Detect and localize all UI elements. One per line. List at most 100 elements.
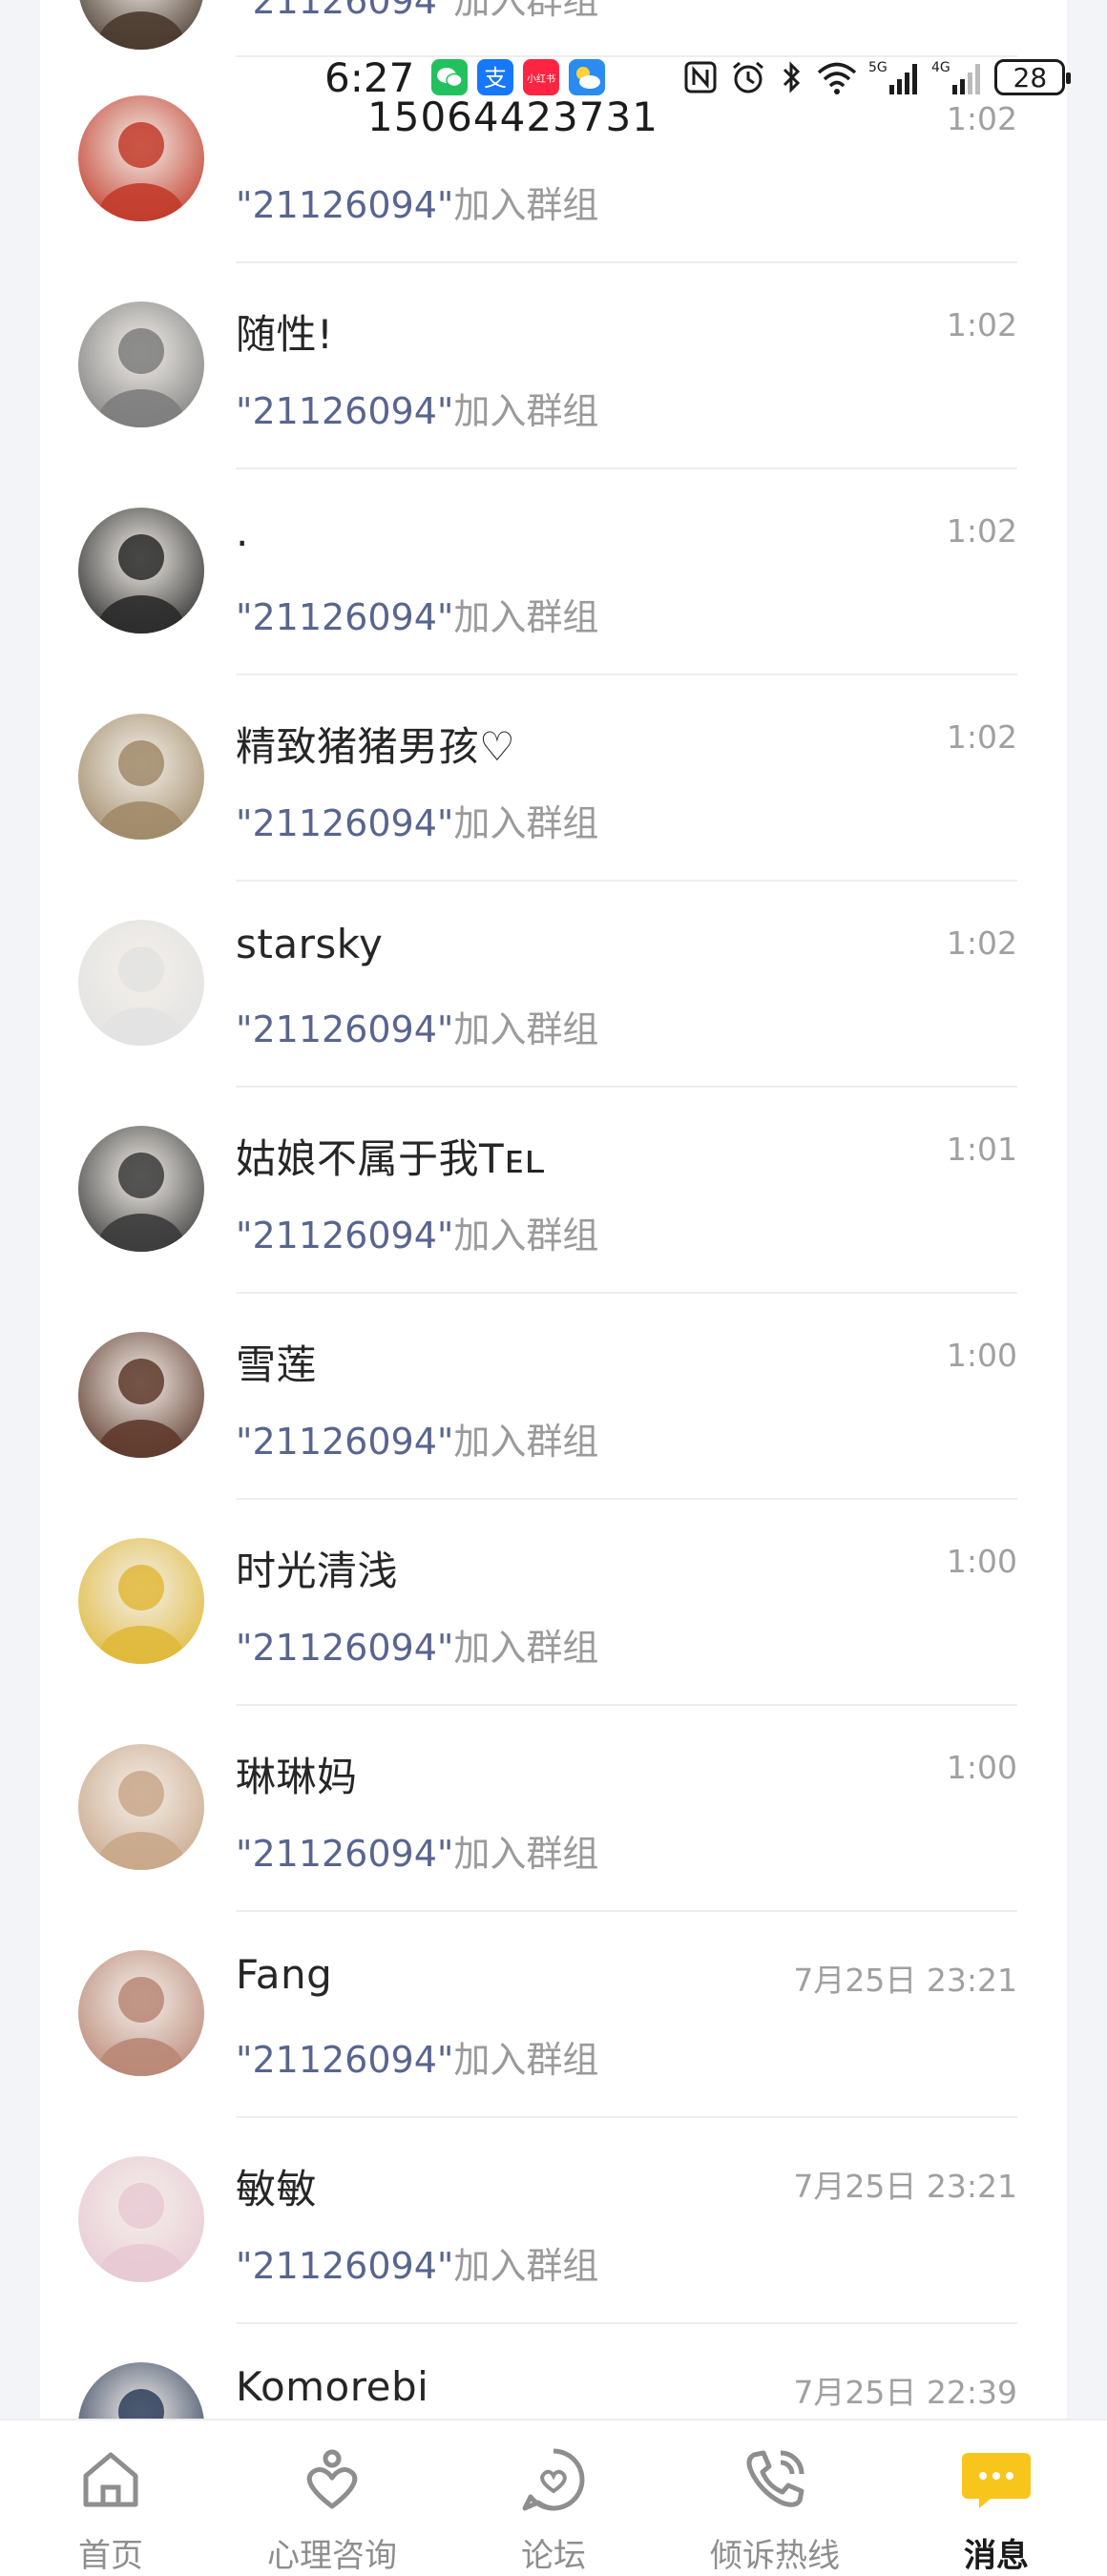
tab-messages[interactable]: 消息: [886, 2420, 1107, 2576]
avatar[interactable]: [78, 1950, 204, 2076]
contact-name: 雪莲: [236, 1341, 318, 1388]
message-time: 1:02: [946, 924, 1017, 962]
message-text: 加入群组: [453, 802, 599, 844]
system-status-icons: 5G 4G 28: [681, 58, 1072, 96]
avatar[interactable]: [78, 2362, 204, 2419]
list-item[interactable]: 姑娘不属于我Tᴇʟ "21126094"加入群组 1:01: [40, 1088, 1067, 1294]
member-id: "21126094": [236, 2245, 454, 2287]
list-item[interactable]: 时光清浅 "21126094"加入群组 1:00: [40, 1500, 1067, 1706]
tab-hotline-label: 倾诉热线: [710, 2537, 840, 2575]
message-text: 加入群组: [453, 1833, 599, 1875]
message-preview: "21126094"加入群组: [236, 0, 598, 24]
list-item[interactable]: . "21126094"加入群组 1:02: [40, 469, 1067, 675]
list-item[interactable]: 精致猪猪男孩♡ "21126094"加入群组 1:02: [40, 675, 1067, 882]
contact-name: Fang: [236, 1951, 333, 1998]
battery-indicator: 28: [994, 59, 1072, 95]
svg-text:5G: 5G: [868, 60, 888, 75]
svg-text:支: 支: [484, 65, 507, 92]
member-id: "21126094": [236, 1627, 454, 1669]
contact-name: 琳琳妈: [236, 1754, 358, 1800]
alipay-icon: 支: [477, 59, 514, 95]
list-item[interactable]: "21126094"加入群组: [40, 0, 1067, 57]
message-time: 7月25日 23:21: [793, 2168, 1017, 2205]
member-id: "21126094": [236, 1215, 454, 1257]
contact-name: 时光清浅: [236, 1548, 399, 1594]
member-id: "21126094": [236, 390, 454, 432]
svg-text:4G: 4G: [931, 60, 950, 75]
tab-hotline[interactable]: 倾诉热线: [664, 2420, 886, 2576]
avatar[interactable]: [78, 508, 204, 634]
message-preview: "21126094"加入群组: [236, 1412, 598, 1465]
tab-forum-label: 论坛: [521, 2537, 586, 2575]
message-preview: "21126094"加入群组: [236, 2236, 598, 2289]
phone-call-icon: [735, 2440, 815, 2520]
tab-home-label: 首页: [78, 2537, 143, 2575]
member-id: "21126094": [236, 1833, 454, 1875]
message-preview: "21126094"加入群组: [236, 2030, 598, 2083]
tab-counseling[interactable]: 心理咨询: [221, 2420, 443, 2576]
wifi-icon: [818, 62, 857, 94]
message-text: 加入群组: [453, 2039, 599, 2081]
member-id: "21126094": [236, 0, 454, 22]
wechat-icon: [431, 59, 469, 95]
message-bubble-icon: [956, 2440, 1036, 2520]
tab-messages-label: 消息: [964, 2537, 1029, 2575]
member-id: "21126094": [236, 1421, 454, 1463]
list-item[interactable]: 琳琳妈 "21126094"加入群组 1:00: [40, 1706, 1067, 1912]
list-item[interactable]: 雪莲 "21126094"加入群组 1:00: [40, 1294, 1067, 1500]
member-id: "21126094": [236, 802, 454, 844]
tab-forum[interactable]: 论坛: [443, 2420, 664, 2576]
message-time: 1:01: [946, 1131, 1017, 1168]
contact-name: starsky: [236, 921, 384, 967]
contact-name: 随性!: [236, 311, 334, 358]
message-text: 加入群组: [453, 1421, 599, 1463]
avatar[interactable]: [78, 920, 204, 1046]
avatar[interactable]: [78, 95, 204, 221]
list-item[interactable]: Fang "21126094"加入群组 7月25日 23:21: [40, 1912, 1067, 2118]
message-time: 1:02: [946, 306, 1017, 343]
xiaohongshu-icon: 小红书: [523, 59, 560, 95]
member-id: "21126094": [236, 184, 454, 226]
message-text: 加入群组: [453, 1627, 599, 1669]
list-item[interactable]: 敏敏 "21126094"加入群组 7月25日 23:21: [40, 2118, 1067, 2324]
member-id: "21126094": [236, 2039, 454, 2081]
phone-number: 15064423731: [367, 93, 658, 140]
message-text: 加入群组: [453, 0, 599, 22]
list-item[interactable]: Komorebi 7月25日 22:39: [40, 2324, 1067, 2419]
list-item[interactable]: 随性! "21126094"加入群组 1:02: [40, 263, 1067, 469]
message-list: "21126094"加入群组 "21126094"加入群组 1:02 随性! "2112…: [40, 0, 1067, 2419]
member-id: "21126094": [236, 596, 454, 638]
avatar[interactable]: [78, 1744, 204, 1870]
contact-name: 敏敏: [236, 2166, 318, 2212]
tab-home[interactable]: 首页: [0, 2420, 221, 2576]
bluetooth-icon: [783, 61, 801, 93]
message-text: 加入群组: [453, 1215, 599, 1257]
message-preview: "21126094"加入群组: [236, 1618, 598, 1671]
list-item[interactable]: starsky "21126094"加入群组 1:02: [40, 882, 1067, 1088]
message-time: 1:02: [946, 718, 1017, 756]
avatar[interactable]: [78, 2156, 204, 2282]
message-preview: "21126094"加入群组: [236, 1000, 598, 1052]
message-time: 1:00: [946, 1543, 1017, 1580]
avatar[interactable]: [78, 1538, 204, 1664]
weather-icon: [569, 59, 606, 95]
message-text: 加入群组: [453, 1008, 599, 1050]
contact-name: 姑娘不属于我Tᴇʟ: [236, 1135, 546, 1182]
message-text: 加入群组: [453, 390, 599, 432]
message-preview: "21126094"加入群组: [236, 794, 598, 846]
home-icon: [71, 2440, 151, 2520]
message-preview: "21126094"加入群组: [236, 1206, 598, 1258]
avatar[interactable]: [78, 1126, 204, 1252]
signal-4g-icon: 4G: [931, 60, 981, 94]
avatar[interactable]: [78, 714, 204, 840]
forum-heart-icon: [513, 2440, 594, 2520]
message-time: 7月25日 23:21: [793, 1962, 1017, 1999]
message-time: 1:02: [946, 512, 1017, 550]
avatar[interactable]: [78, 301, 204, 427]
contact-name: 精致猪猪男孩♡: [236, 723, 516, 770]
avatar[interactable]: [78, 0, 204, 50]
bottom-nav: 首页 心理咨询 论坛 倾诉热线 消息: [0, 2419, 1107, 2576]
avatar[interactable]: [78, 1332, 204, 1458]
contact-name: .: [236, 509, 249, 555]
message-time: 7月25日 22:39: [793, 2374, 1017, 2411]
